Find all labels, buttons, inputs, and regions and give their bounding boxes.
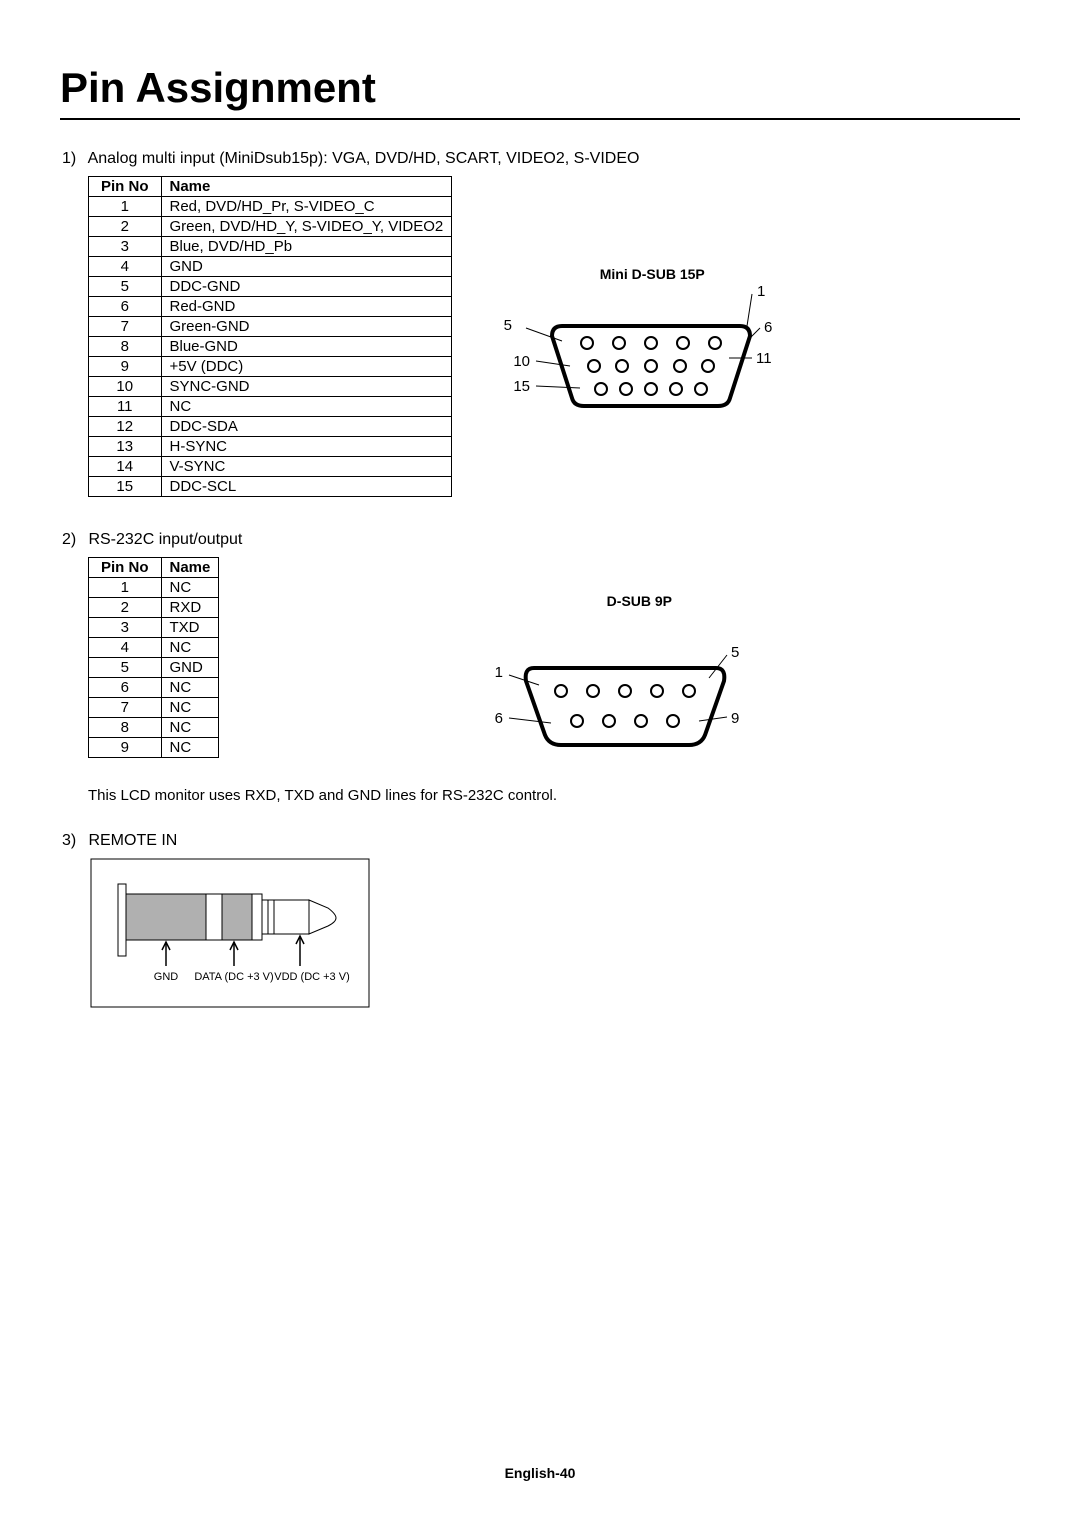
table-row: 10SYNC-GND bbox=[89, 377, 452, 397]
dsub9p-diagram: D-SUB 9P 1 6 5 9 bbox=[479, 593, 799, 773]
callout: 5 bbox=[731, 644, 739, 661]
callout: 10 bbox=[514, 353, 531, 370]
table-row: 4GND bbox=[89, 257, 452, 277]
section1-heading: 1) Analog multi input (MiniDsub15p): VGA… bbox=[60, 150, 1020, 168]
section1-th-pin: Pin No bbox=[89, 177, 162, 197]
remote-label: VDD (DC +3 V) bbox=[274, 971, 350, 983]
section1-number: 1) bbox=[62, 150, 84, 168]
callout: 1 bbox=[757, 286, 765, 300]
table-row: 2RXD bbox=[89, 598, 219, 618]
table-row: 4NC bbox=[89, 638, 219, 658]
section3-number: 3) bbox=[62, 832, 84, 850]
section1-heading-text: Analog multi input (MiniDsub15p): VGA, D… bbox=[88, 150, 640, 167]
remote-in-icon: GND DATA (DC +3 V) VDD (DC +3 V) bbox=[90, 858, 370, 1008]
section3-heading-text: REMOTE IN bbox=[88, 832, 177, 849]
table-row: 5GND bbox=[89, 658, 219, 678]
table-row: 1Red, DVD/HD_Pr, S-VIDEO_C bbox=[89, 197, 452, 217]
callout: 5 bbox=[504, 317, 512, 334]
mini-dsub15p-title: Mini D-SUB 15P bbox=[492, 266, 812, 282]
callout: 6 bbox=[764, 319, 772, 336]
table-row: 15DDC-SCL bbox=[89, 477, 452, 497]
table-row: 7Green-GND bbox=[89, 317, 452, 337]
table-row: 6Red-GND bbox=[89, 297, 452, 317]
table-row: 11NC bbox=[89, 397, 452, 417]
section2-number: 2) bbox=[62, 531, 84, 549]
table-row: 12DDC-SDA bbox=[89, 417, 452, 437]
table-row: 3TXD bbox=[89, 618, 219, 638]
remote-label: DATA (DC +3 V) bbox=[194, 971, 273, 983]
callout: 9 bbox=[731, 710, 739, 727]
table-row: 14V-SYNC bbox=[89, 457, 452, 477]
table-row: 8Blue-GND bbox=[89, 337, 452, 357]
section2-table: Pin No Name 1NC 2RXD 3TXD 4NC 5GND 6NC 7… bbox=[88, 557, 219, 758]
table-row: 3Blue, DVD/HD_Pb bbox=[89, 237, 452, 257]
callout: 11 bbox=[756, 350, 772, 367]
table-row: 13H-SYNC bbox=[89, 437, 452, 457]
table-row: 9NC bbox=[89, 738, 219, 758]
dsub9p-title: D-SUB 9P bbox=[479, 593, 799, 609]
table-row: 9+5V (DDC) bbox=[89, 357, 452, 377]
table-row: 7NC bbox=[89, 698, 219, 718]
table-row: 5DDC-GND bbox=[89, 277, 452, 297]
callout: 1 bbox=[495, 664, 503, 681]
section2-th-name: Name bbox=[161, 558, 219, 578]
section2-th-pin: Pin No bbox=[89, 558, 162, 578]
page-title: Pin Assignment bbox=[60, 64, 1020, 120]
section1-table: Pin No Name 1Red, DVD/HD_Pr, S-VIDEO_C 2… bbox=[88, 176, 452, 497]
mini-dsub15p-diagram: Mini D-SUB 15P 1 6 11 5 10 15 bbox=[492, 266, 812, 436]
table-row: 2Green, DVD/HD_Y, S-VIDEO_Y, VIDEO2 bbox=[89, 217, 452, 237]
section1-th-name: Name bbox=[161, 177, 452, 197]
table-row: 1NC bbox=[89, 578, 219, 598]
section2-heading: 2) RS-232C input/output bbox=[60, 531, 1020, 549]
section3-heading: 3) REMOTE IN bbox=[62, 832, 1020, 850]
dsub9p-icon: 1 6 5 9 bbox=[479, 613, 799, 773]
callout: 6 bbox=[495, 710, 503, 727]
callout: 15 bbox=[514, 378, 531, 395]
table-row: 6NC bbox=[89, 678, 219, 698]
page-footer: English-40 bbox=[0, 1465, 1080, 1481]
section2-heading-text: RS-232C input/output bbox=[88, 531, 242, 548]
section2-note: This LCD monitor uses RXD, TXD and GND l… bbox=[60, 787, 1020, 804]
table-row: 8NC bbox=[89, 718, 219, 738]
mini-dsub15p-icon: 1 6 11 5 10 15 bbox=[492, 286, 812, 436]
remote-label: GND bbox=[154, 971, 179, 983]
